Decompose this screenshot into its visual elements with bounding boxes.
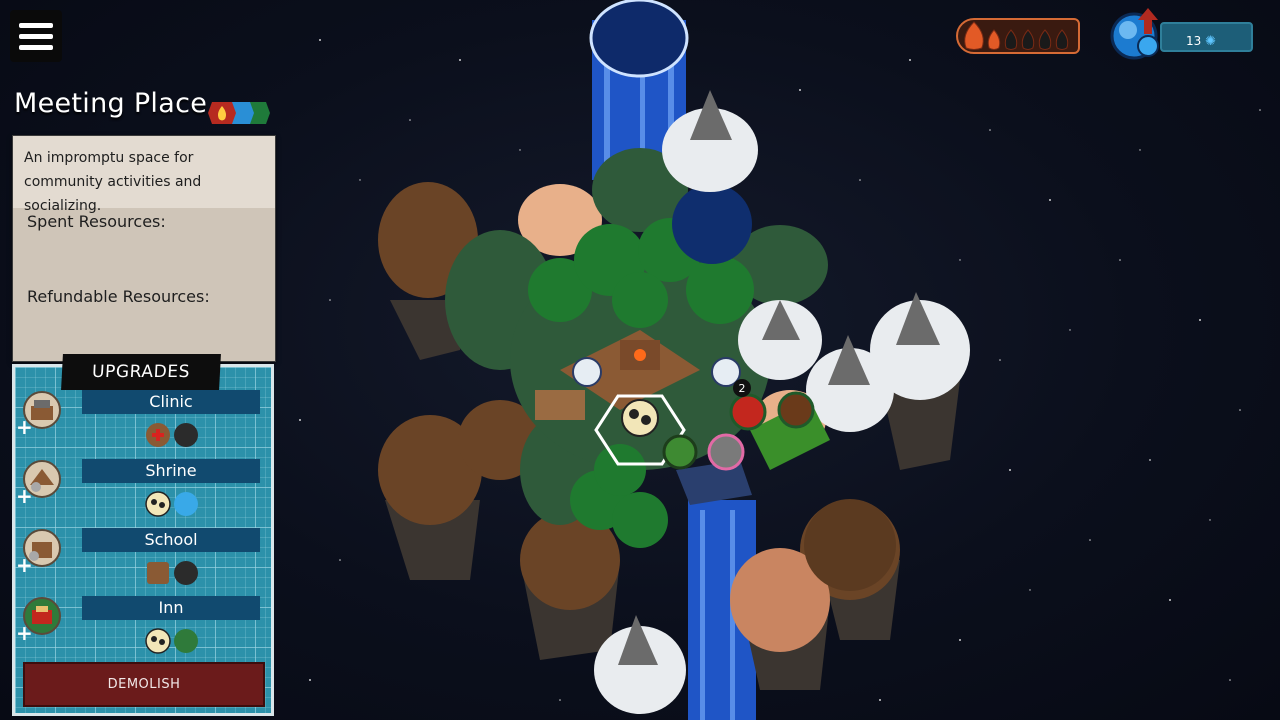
upgrade-option-school[interactable]: + School (12, 528, 274, 588)
water-count-text: 13 ✺ (1186, 34, 1216, 49)
upgrade-option-shrine[interactable]: + Shrine (12, 459, 274, 519)
fire-slot-filled (987, 29, 1001, 50)
upgrade-option-clinic[interactable]: + Clinic (12, 390, 274, 450)
add-upgrade-icon: + (16, 553, 33, 577)
upgrade-name-school[interactable]: School (82, 528, 260, 552)
water-icon (174, 492, 198, 516)
upgrade-name-clinic[interactable]: Clinic (82, 390, 260, 414)
upgrade-name-inn[interactable]: Inn (82, 596, 260, 620)
food-icon (174, 629, 198, 653)
upgrade-resource-icons (145, 491, 198, 517)
element-icons (208, 102, 270, 124)
stone-icon (174, 423, 198, 447)
theater-masks-icon (145, 628, 171, 654)
fire-slot-empty (1038, 29, 1052, 50)
fire-slot-filled (964, 21, 984, 50)
add-upgrade-icon: + (16, 621, 33, 645)
hamburger-menu-button[interactable] (10, 10, 62, 62)
fire-slot-empty (1004, 29, 1018, 50)
stone-icon (174, 561, 198, 585)
demolish-button[interactable]: DEMOLISH (23, 662, 265, 707)
foliage-resource-icon[interactable] (662, 434, 698, 470)
water-count-value: 13 (1186, 34, 1202, 48)
svg-text:2: 2 (739, 382, 746, 395)
add-upgrade-icon: + (16, 415, 33, 439)
theater-masks-icon (145, 491, 171, 517)
upgrade-resource-icons (146, 423, 198, 447)
upgrade-resource-icons (147, 561, 198, 585)
water-orb-icon (1110, 8, 1159, 60)
upgrade-option-inn[interactable]: + Inn (12, 596, 274, 656)
villager-count-badge: 2 (733, 379, 751, 397)
upgrades-header: UPGRADES (61, 354, 221, 390)
lake-tile (672, 184, 752, 264)
stone-resource-icon[interactable] (707, 433, 745, 471)
building-title: Meeting Place (14, 88, 208, 119)
upgrade-name-shrine[interactable]: Shrine (82, 459, 260, 483)
water-drop-icon: ✺ (1205, 34, 1217, 49)
fire-resource-meter (956, 18, 1080, 54)
add-upgrade-icon: + (16, 484, 33, 508)
wood-icon (147, 562, 169, 584)
fire-slot-empty (1021, 29, 1035, 50)
refundable-resources-label: Refundable Resources: (27, 287, 210, 306)
building-description: An impromptu space for community activit… (13, 136, 275, 214)
building-info-panel: An impromptu space for community activit… (12, 135, 276, 362)
spent-resources-label: Spent Resources: (27, 212, 166, 231)
community-masks-icon[interactable] (621, 399, 659, 437)
fire-icon (964, 21, 1069, 50)
food-tomato-icon[interactable] (729, 393, 767, 431)
upgrade-resource-icons (145, 628, 198, 654)
fire-slot-empty (1055, 29, 1069, 50)
resource-vegetable-icon[interactable] (777, 391, 815, 429)
dirt-mound (804, 499, 896, 591)
